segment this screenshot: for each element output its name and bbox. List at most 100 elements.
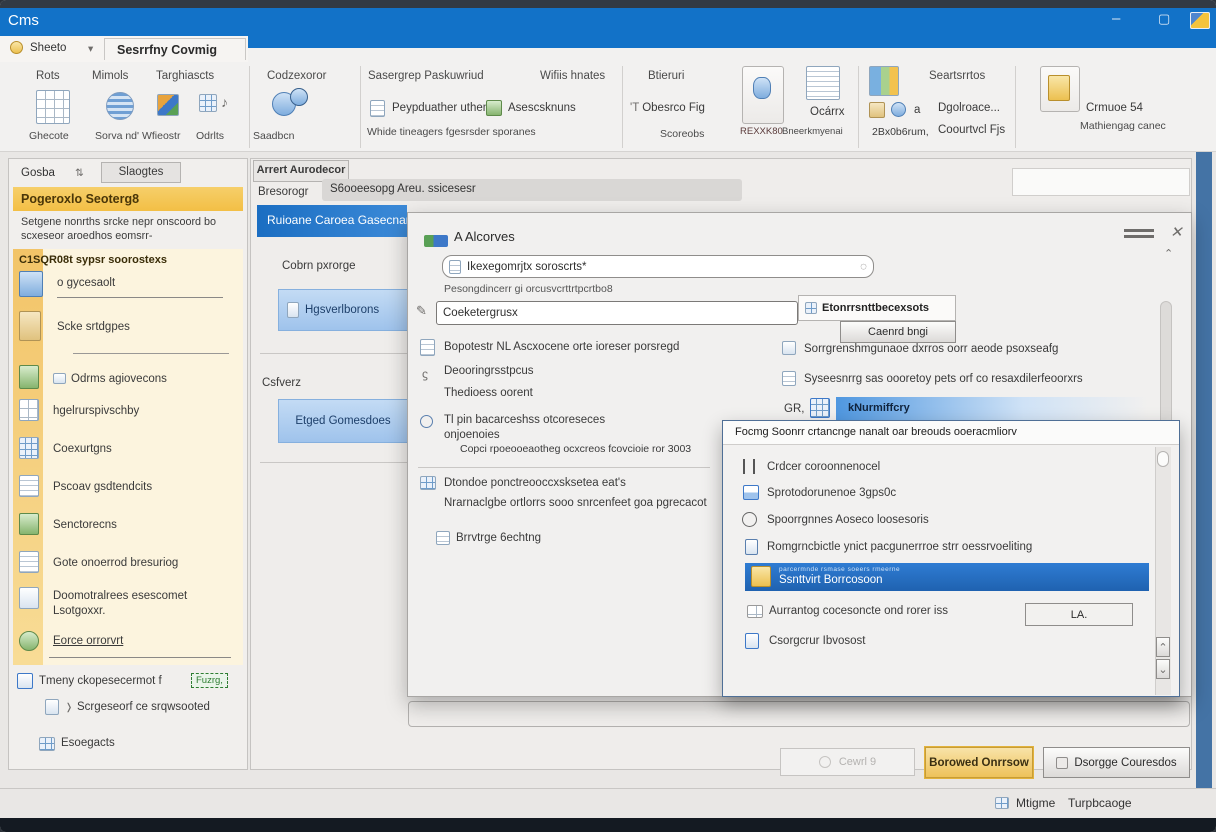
main-button1[interactable]: Hgsverlborons <box>278 289 407 331</box>
tall-button[interactable] <box>742 66 784 124</box>
sidebar-item[interactable]: Senctorecns <box>53 519 117 531</box>
dialog2-titlebar[interactable]: Focmg Soonrr crtancnge nanalt oar breoud… <box>723 421 1179 445</box>
ribbon-item[interactable]: a <box>914 104 920 116</box>
scroll-up-button[interactable]: ⌃ <box>1156 637 1170 657</box>
sort-icon[interactable]: ⇅ <box>75 167 84 179</box>
sidebar-tab-plain[interactable]: Gosba <box>21 167 55 179</box>
sidebar-item[interactable]: Coexurtgns <box>53 443 112 455</box>
sidebar-footer-item[interactable]: Scrgeseorf ce srqwsooted <box>77 701 210 713</box>
dialog-dropdown[interactable]: Caenrd bngi <box>840 321 956 343</box>
sidebar-footer-item[interactable]: Esoegacts <box>61 737 115 749</box>
dialog2-item[interactable]: Sprotodorunenoe 3gps0c <box>767 487 896 499</box>
person-flag-icon <box>753 77 771 99</box>
split-rect-icon <box>743 485 759 500</box>
sidebar-item[interactable]: Pscoav gsdtendcits <box>53 481 152 493</box>
tab-active[interactable]: Sesrrfny Covmig <box>104 38 246 60</box>
sidebar-description: Setgene nonrths srcke nepr onscoord bo s… <box>21 215 235 243</box>
main-group2-label: Csfverz <box>262 377 301 389</box>
pin-icon <box>287 302 299 318</box>
globe-sphere-icon[interactable] <box>106 92 134 120</box>
dialog2-item[interactable]: Aurrantog cocesoncte ond rorer iss <box>769 604 949 619</box>
browsing-icon <box>19 551 39 573</box>
dialog-option[interactable]: Bopotestr NL Ascxocene orte ioreser pors… <box>444 341 679 353</box>
tall-button[interactable] <box>1040 66 1080 112</box>
or-item-highlight[interactable]: kNurmiffcry <box>836 397 1148 422</box>
sidebar-item[interactable]: Eorce orrorvrt <box>53 635 123 647</box>
dialog2-scrollbar-track[interactable] <box>1155 447 1171 695</box>
dialog2-item[interactable]: Csorgcrur Ibvosost <box>769 635 866 647</box>
dialog-option[interactable]: Sorrgrenshmgunaoe dxrros oorr aeode psox… <box>804 343 1058 355</box>
maximize-button[interactable]: ▢ <box>1158 11 1170 27</box>
dialog-option[interactable]: Syseesnrrg sas oooretoy pets orf co resa… <box>804 373 1083 385</box>
smartart-icon[interactable] <box>157 94 179 116</box>
search-input[interactable]: S6ooeesopg Areu. ssicesesr <box>322 179 742 201</box>
links-circle2-icon[interactable] <box>290 88 308 106</box>
primary-button[interactable]: Borowed Onrrsow <box>925 747 1033 778</box>
dialog-option[interactable]: Deooringrsstpcus <box>444 365 533 377</box>
mini-doc-icon <box>53 373 66 384</box>
ribbon-group-label: Wifiis hnates <box>540 70 605 82</box>
hamburger-icon[interactable] <box>1124 229 1154 232</box>
dialog2-scrollbar-thumb[interactable] <box>1157 451 1169 467</box>
ghost-button[interactable]: Cewrl 9 <box>780 748 915 776</box>
dialog2-item[interactable]: Spoorrgnnes Aoseco loosesoris <box>767 514 929 526</box>
sidebar-item[interactable]: Doomotralrees esescomet Lsotgoxxr. <box>53 589 223 619</box>
bottom-field[interactable] <box>408 701 1190 727</box>
ribbon-item[interactable]: Dgolroace... <box>938 102 1000 114</box>
file-menu-button[interactable]: Sheeto <box>30 42 66 54</box>
sheet-icon[interactable] <box>869 102 885 118</box>
dialog-title-icon <box>424 235 448 247</box>
main-button2[interactable]: Etged Gomesdoes <box>278 399 407 443</box>
ribbon-divider <box>1015 66 1016 148</box>
gallery-grid-icon[interactable] <box>36 90 70 124</box>
sidebar-footer-item[interactable]: Tmeny ckopesecermot f <box>39 675 162 687</box>
sidebar-tab-box[interactable]: Slaogtes <box>101 162 181 183</box>
doc-lines-icon[interactable] <box>370 100 385 117</box>
dialog2-item[interactable]: Crdcer coroonnenocel <box>767 461 880 473</box>
dialog-option[interactable]: Dtondoe ponctreooccxsksetea eat's <box>444 477 626 489</box>
pencil-icon: ✎ <box>416 303 427 319</box>
refresh-icon[interactable] <box>891 102 906 117</box>
dialog-option[interactable]: Brrvtrge 6echtng <box>456 532 541 544</box>
suggested-icon <box>45 699 59 715</box>
scroll-down-button[interactable]: ⌄ <box>1156 659 1170 679</box>
radio-icon[interactable] <box>420 415 433 428</box>
minimize-button[interactable]: – <box>1112 10 1120 27</box>
password-key-icon[interactable] <box>486 100 502 116</box>
tabstrip: Sheeto ▾ Sesrrfny Covmig <box>0 36 248 62</box>
sidebar-item[interactable]: hgelrurspivschby <box>53 405 139 417</box>
media-note-icon[interactable]: ♪ <box>221 94 228 110</box>
dialog-name-value: Coeketergrusx <box>443 307 518 319</box>
dialog2-selected-item[interactable]: parcermnde rsmase soeers rmeerne Ssnttvi… <box>745 563 1149 591</box>
settings-icon <box>19 437 39 459</box>
ribbon-item[interactable]: Crmuoe 54 <box>1086 102 1143 114</box>
dialog2-button[interactable]: LA. <box>1025 603 1133 626</box>
tabstrip-right-fill <box>248 36 1216 62</box>
ribbon-item[interactable]: Asescsknuns <box>508 102 576 114</box>
secondary-button[interactable]: Dsorgge Couresdos <box>1043 747 1190 778</box>
dialog-close-icon[interactable]: ✕ <box>1170 223 1183 241</box>
ribbon-item[interactable]: Coourtvcl Fjs <box>938 124 1005 136</box>
document-preview-icon[interactable] <box>806 66 840 100</box>
ribbon-item[interactable]: 'T Obesrco Fig <box>630 102 705 114</box>
sidebar-item[interactable]: o gycesaolt <box>57 277 115 289</box>
ribbon-item[interactable]: Peypduather uthend <box>392 102 496 114</box>
dialog-panel-button[interactable]: Etonrrsnttbecexsots <box>798 295 956 321</box>
ribbon-caption: Bneerkmyenai <box>782 126 843 137</box>
ribbon-item[interactable]: Ocárrx <box>810 106 845 118</box>
dialog2-item[interactable]: Romgrncbictle ynict pacgunerrroe strr oe… <box>767 541 1032 553</box>
dialog-search-input[interactable]: Ikexegomrjtx soroscrts* ◌ <box>442 255 874 278</box>
chevron-up-icon[interactable]: ⌃ <box>1164 247 1173 260</box>
table-icon[interactable] <box>199 94 217 112</box>
dialog-option-sub: Copci rpoeooeaotheg ocxcreos fcovcioie r… <box>460 443 691 455</box>
titlebar[interactable]: Cms – ▢ <box>0 8 1216 36</box>
close-button[interactable] <box>1190 12 1210 29</box>
sidebar-item[interactable]: Gote onoerrod bresuriog <box>53 557 178 569</box>
chart-table-icon[interactable] <box>869 66 899 96</box>
dialog-name-input[interactable]: Coeketergrusx <box>436 301 798 325</box>
status-icon <box>995 797 1009 809</box>
sidebar-section-title: C1SQR08t sypsr soorostexs <box>19 254 167 266</box>
sidebar-item[interactable]: Odrms agiovecons <box>71 373 167 385</box>
sidebar-item[interactable]: Scke srtdgpes <box>57 321 130 333</box>
dialog-option[interactable]: Tl pin bacarceshss otcoreseces onjoenoie… <box>444 413 654 443</box>
